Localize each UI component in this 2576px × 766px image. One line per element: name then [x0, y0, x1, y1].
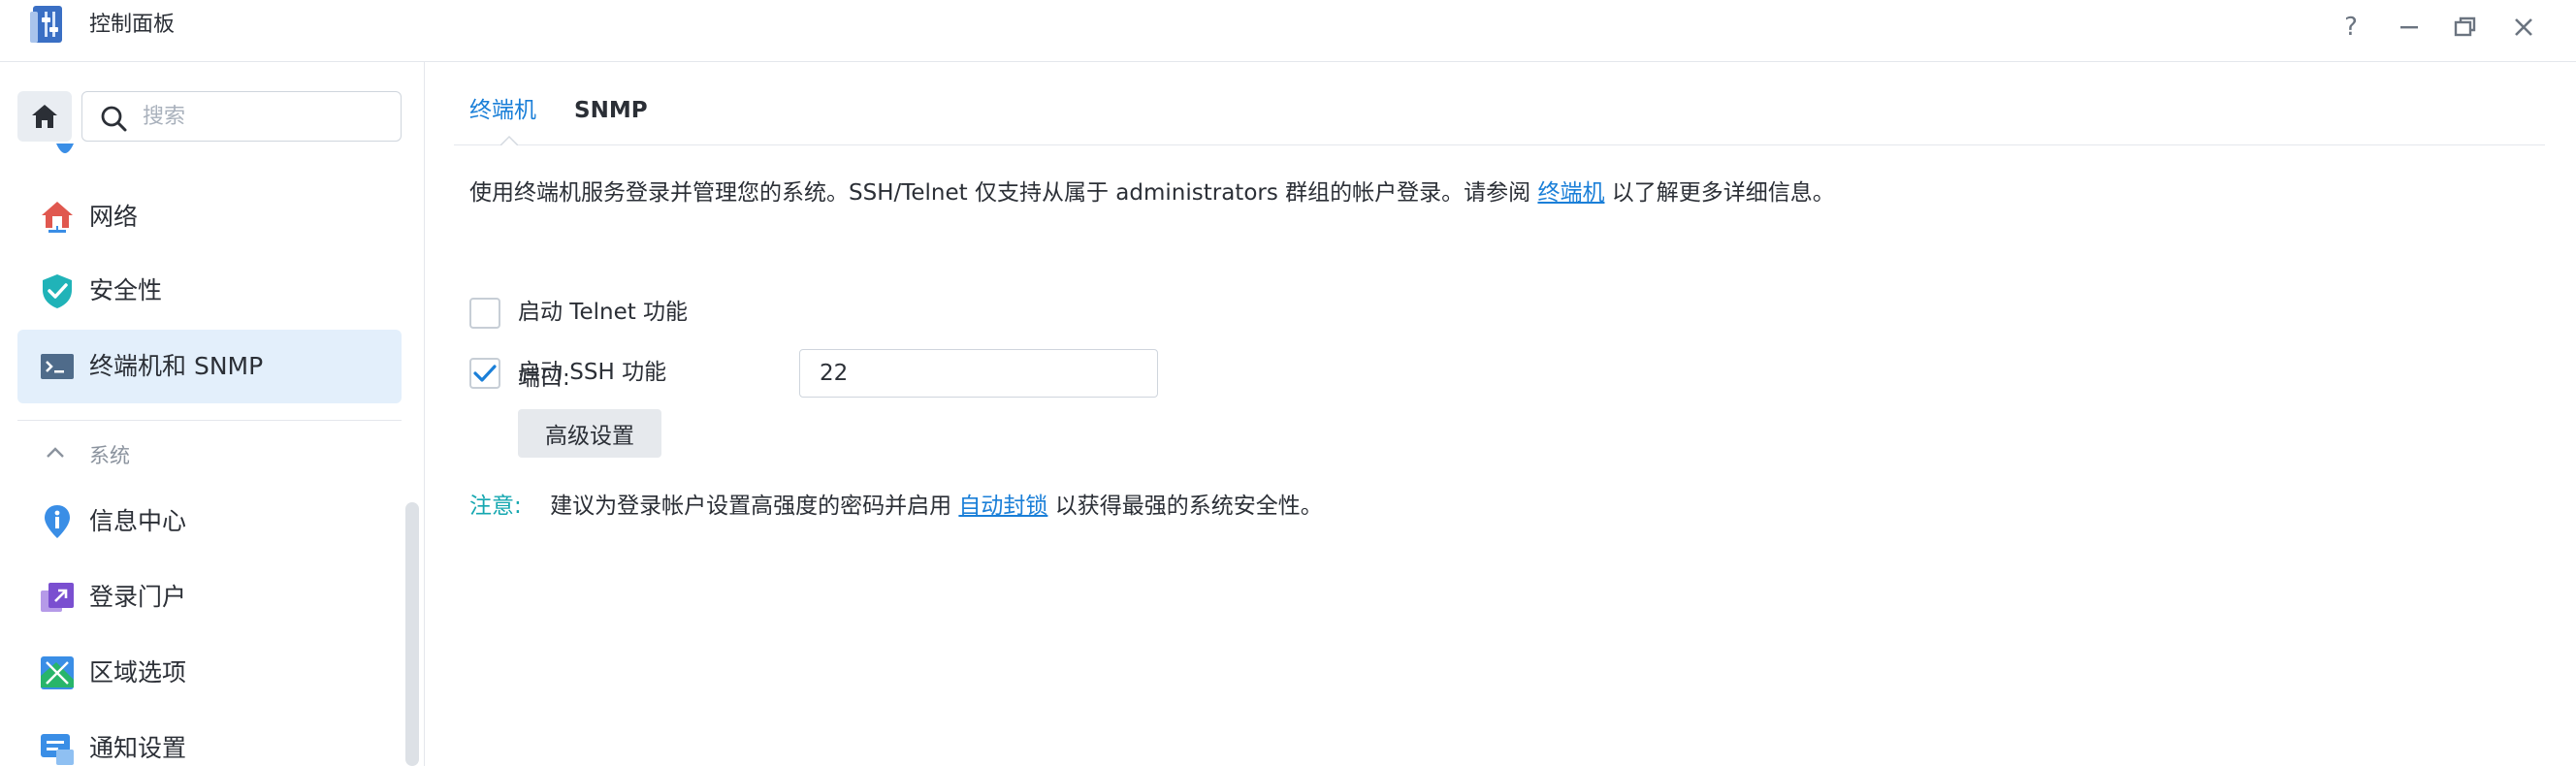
info-center-icon	[45, 505, 70, 538]
title-bar: 控制面板 ?	[0, 0, 2576, 62]
sidebar-item-label: 登录门户	[89, 583, 187, 611]
restore-button[interactable]	[2448, 10, 2483, 45]
minimize-icon	[2400, 26, 2418, 29]
security-note: 注意: 建议为登录帐户设置高强度的密码并启用 自动封锁 以获得最强的系统安全性。	[469, 489, 1323, 524]
sidebar-item-info-center[interactable]: 信息中心	[17, 485, 402, 559]
auto-block-link[interactable]: 自动封锁	[958, 494, 1047, 519]
search-input[interactable]	[143, 100, 385, 133]
description-suffix: 以了解更多详细信息。	[1611, 180, 1835, 206]
restore-icon	[2454, 16, 2476, 37]
section-label: 系统	[89, 444, 130, 467]
window-title: 控制面板	[89, 13, 176, 37]
home-icon	[32, 105, 57, 128]
login-portal-icon	[41, 583, 74, 612]
sidebar-scrollbar[interactable]	[405, 502, 419, 766]
sidebar-item-security[interactable]: 安全性	[17, 254, 402, 328]
note-text: 建议为登录帐户设置高强度的密码并启用	[550, 494, 952, 519]
port-input[interactable]	[799, 349, 1158, 398]
note-tag: 注意:	[469, 494, 522, 519]
partial-item-icon	[56, 144, 74, 153]
close-button[interactable]	[2506, 10, 2541, 45]
port-label: 端口:	[518, 366, 570, 391]
sidebar-item-label: 安全性	[89, 276, 163, 304]
network-icon	[42, 202, 73, 233]
regional-options-icon	[41, 656, 74, 689]
sidebar: 网络 安全性 终端机和 SNMP 系统 信息中心	[0, 62, 425, 766]
chevron-up-icon	[47, 447, 64, 458]
sidebar-item-login-portal[interactable]: 登录门户	[17, 560, 402, 634]
sidebar-item-regional-options[interactable]: 区域选项	[17, 636, 402, 710]
search-icon	[101, 106, 127, 132]
sidebar-item-label: 信息中心	[89, 507, 187, 535]
notification-icon	[41, 734, 74, 765]
sidebar-item-terminal-snmp[interactable]: 终端机和 SNMP	[17, 330, 402, 403]
active-tab-indicator	[500, 135, 518, 145]
tab-terminal[interactable]: 终端机	[469, 95, 536, 126]
help-icon[interactable]: ?	[2334, 10, 2368, 45]
telnet-label: 启动 Telnet 功能	[518, 300, 689, 325]
description-text: 使用终端机服务登录并管理您的系统。SSH/Telnet 仅支持从属于 admin…	[469, 180, 1531, 206]
tab-snmp[interactable]: SNMP	[574, 95, 648, 126]
terminal-description: 使用终端机服务登录并管理您的系统。SSH/Telnet 仅支持从属于 admin…	[469, 176, 1835, 209]
security-shield-icon	[43, 274, 72, 308]
checkmark-icon	[473, 365, 497, 382]
advanced-settings-button[interactable]: 高级设置	[518, 409, 661, 458]
sidebar-item-label: 区域选项	[89, 658, 187, 686]
sidebar-item-notification[interactable]: 通知设置	[17, 712, 402, 766]
terminal-icon	[41, 354, 74, 379]
telnet-checkbox[interactable]	[469, 298, 500, 329]
minimize-button[interactable]	[2392, 10, 2427, 45]
home-button[interactable]	[17, 91, 72, 142]
note-suffix: 以获得最强的系统安全性。	[1054, 494, 1323, 519]
sidebar-divider	[17, 420, 402, 421]
ssh-checkbox[interactable]	[469, 358, 500, 389]
sidebar-item-label: 通知设置	[89, 734, 187, 762]
main-panel: 终端机 SNMP 使用终端机服务登录并管理您的系统。SSH/Telnet 仅支持…	[425, 62, 2576, 766]
sidebar-item-network[interactable]: 网络	[17, 180, 402, 254]
sidebar-item-label: 网络	[89, 203, 139, 231]
sidebar-item-label: 终端机和 SNMP	[89, 352, 264, 380]
terminal-help-link[interactable]: 终端机	[1537, 180, 1604, 206]
tab-bar: 终端机 SNMP	[454, 62, 2545, 145]
close-icon	[2515, 18, 2532, 36]
search-box[interactable]	[81, 91, 402, 142]
control-panel-icon	[30, 6, 62, 43]
